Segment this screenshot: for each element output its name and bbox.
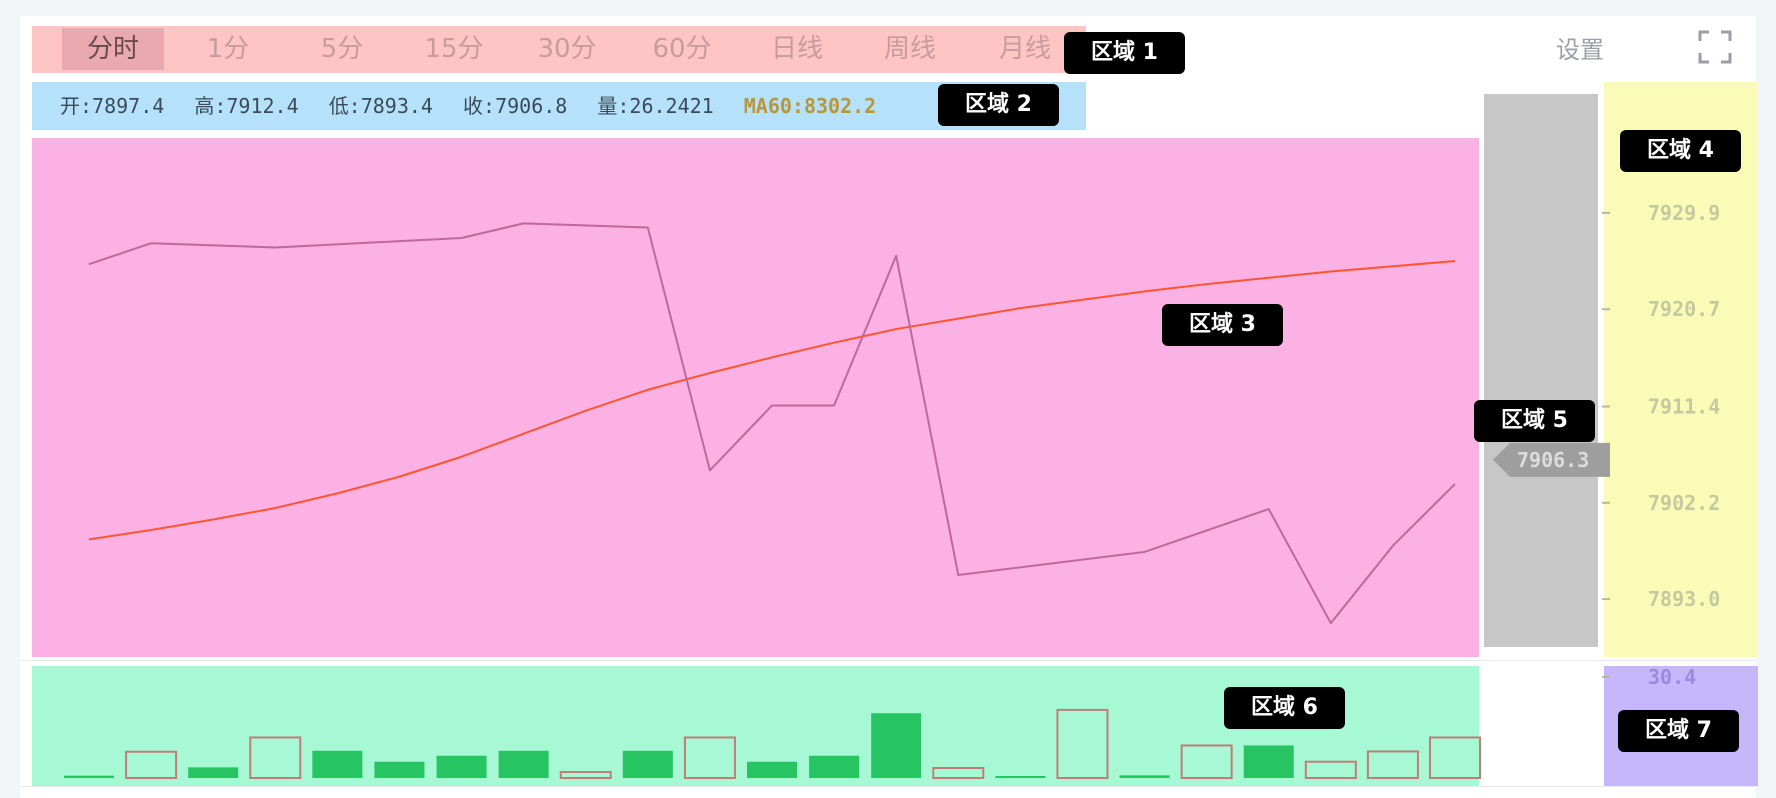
volume-axis-label: 30.4 [1648,665,1696,689]
region-label-5: 区域 5 [1474,400,1595,442]
price-axis-label: 7902.2 [1648,491,1720,515]
volume-bar [1056,708,1109,779]
volume-bar [559,771,612,779]
volume-bar [932,767,985,780]
volume-bar [1119,775,1170,778]
volume-bar [1429,736,1481,779]
volume-bar [995,776,1046,778]
region-label-2: 区域 2 [938,84,1059,126]
price-axis-label: 7920.7 [1648,297,1720,321]
volume-bar [871,713,922,778]
region-label-4: 区域 4 [1620,130,1741,172]
region-label-6: 区域 6 [1224,687,1345,729]
price-axis-group: 7929.9 7920.7 7911.4 7902.2 7893.0 [1602,201,1720,611]
volume-bar [1366,750,1419,780]
price-axis-label: 7911.4 [1648,395,1720,419]
volume-bar [249,736,302,779]
price-axis-label: 7893.0 [1648,587,1720,611]
price-line [88,222,1456,625]
region-label-1: 区域 1 [1064,32,1185,74]
volume-bar [374,761,425,778]
ma-line-group [88,260,1456,541]
volume-bar [498,750,549,778]
volume-bar [809,755,860,778]
volume-bar [1304,760,1357,780]
volume-bar [622,750,673,778]
volume-bar [125,750,178,780]
volume-bar [64,775,114,778]
current-price-label: 7906.3 [1517,448,1589,472]
price-line-group [88,222,1456,625]
volume-bar [312,750,363,778]
region-label-7: 区域 7 [1618,710,1739,752]
volume-bar [1243,745,1294,778]
volume-bar [683,736,736,779]
volume-bar [188,767,239,778]
volume-bar [1180,744,1233,780]
ma-line [88,260,1456,541]
volume-axis-group: 30.4 [1602,665,1696,689]
price-axis-label: 7929.9 [1648,201,1720,225]
current-price-group: 7906.3 [1493,442,1610,477]
volume-bar [747,761,797,778]
region-label-3: 区域 3 [1162,304,1283,346]
volume-bar [436,755,487,778]
chart-svg: 7929.9 7920.7 7911.4 7902.2 7893.0 30.4 7906… [64,201,1720,780]
